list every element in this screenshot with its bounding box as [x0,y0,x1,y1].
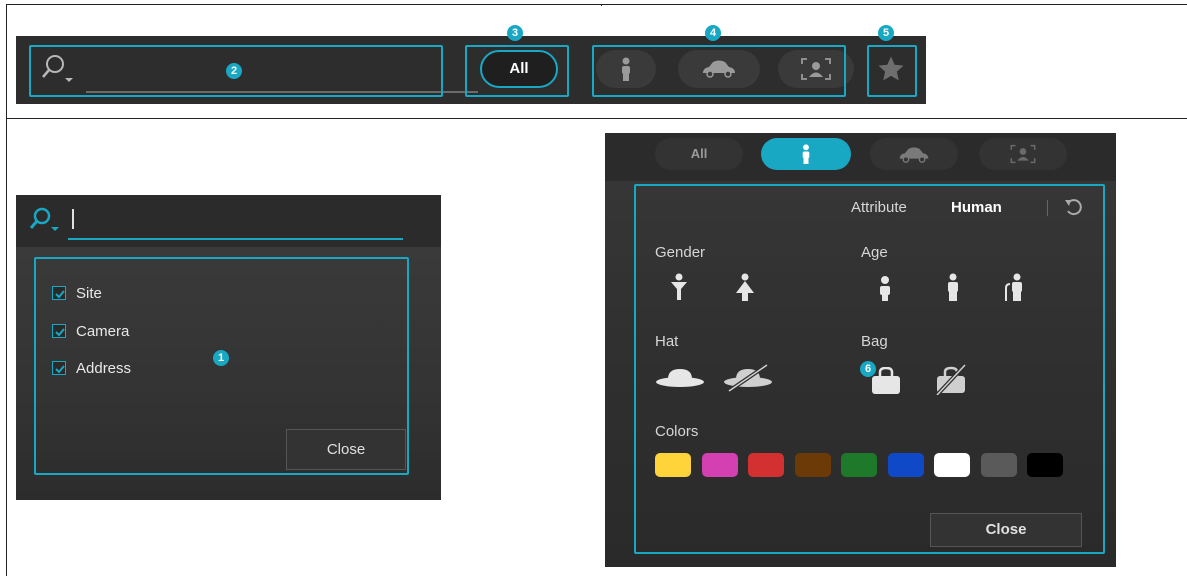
face-filter-icon [1010,144,1036,164]
callout-5: 5 [878,25,894,41]
person-filter-icon [802,144,810,164]
highlight-filters-box [592,45,846,97]
tab-all[interactable]: All [655,138,743,170]
search-input[interactable] [78,209,398,233]
callout-2: 2 [226,63,242,79]
highlight-all-box [465,45,569,97]
vehicle-filter-icon [899,147,929,163]
text-cursor [72,209,74,229]
callout-3: 3 [507,25,523,41]
search-icon[interactable] [28,205,64,235]
tab-face[interactable] [979,138,1067,170]
highlight-favorite-box [867,45,917,97]
callout-4: 4 [705,25,721,41]
callout-6: 6 [860,361,876,377]
tab-vehicle[interactable] [870,138,958,170]
search-input-underline[interactable] [68,238,403,240]
highlight-options-box [34,257,409,475]
tab-person[interactable] [761,138,851,170]
callout-1: 1 [213,350,229,366]
